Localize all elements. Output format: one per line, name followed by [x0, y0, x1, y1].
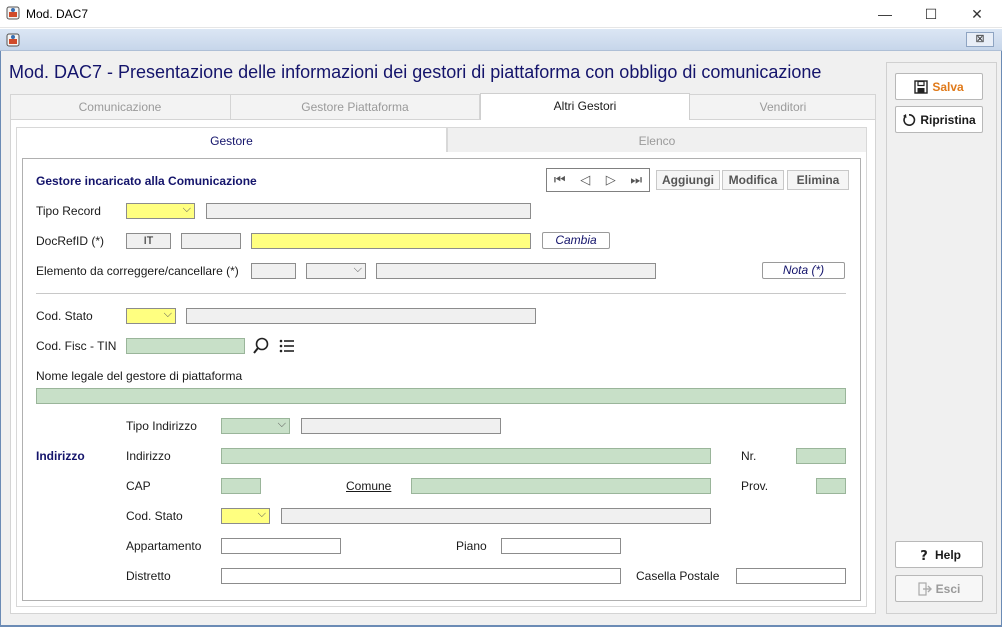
prov-label: Prov.: [741, 479, 769, 493]
tipo-record-description: [206, 203, 531, 219]
docrefid-label: DocRefID (*): [36, 234, 105, 248]
side-panel: [886, 62, 997, 614]
aggiungi-button[interactable]: Aggiungi: [656, 170, 720, 190]
minimize-button[interactable]: —: [862, 0, 908, 28]
distretto-field[interactable]: [221, 568, 621, 584]
prov-field[interactable]: [816, 478, 846, 494]
cod-stato-description: [186, 308, 536, 324]
ripristina-button[interactable]: Ripristina: [895, 106, 983, 133]
first-record-icon[interactable]: ⏮: [547, 169, 573, 191]
piano-field[interactable]: [501, 538, 621, 554]
svg-text:?: ?: [920, 549, 928, 562]
nome-legale-field[interactable]: [36, 388, 846, 404]
last-record-icon[interactable]: ⏭: [624, 169, 650, 191]
salva-button[interactable]: Salva: [895, 73, 983, 100]
list-icon[interactable]: [277, 336, 297, 356]
nr-label: Nr.: [741, 449, 757, 463]
elimina-button[interactable]: Elimina: [787, 170, 849, 190]
esci-button[interactable]: Esci: [895, 575, 983, 602]
tipo-indirizzo-label: Tipo Indirizzo: [126, 419, 197, 433]
document-icon: [6, 33, 20, 47]
indirizzo-field[interactable]: [221, 448, 711, 464]
appartamento-field[interactable]: [221, 538, 341, 554]
comune-field[interactable]: [411, 478, 711, 494]
undo-icon: [903, 113, 916, 126]
casella-postale-label: Casella Postale: [636, 569, 720, 583]
elemento-code-field[interactable]: [251, 263, 296, 279]
nr-field[interactable]: [796, 448, 846, 464]
nome-legale-label: Nome legale del gestore di piattaforma: [36, 369, 243, 383]
search-icon[interactable]: [251, 336, 271, 356]
subtab-gestore[interactable]: Gestore: [16, 127, 447, 153]
close-button[interactable]: ✕: [954, 0, 1000, 28]
cod-fisc-field[interactable]: [126, 338, 245, 354]
casella-postale-field[interactable]: [736, 568, 846, 584]
docrefid-country-field: IT: [126, 233, 171, 249]
prev-record-icon[interactable]: ◁: [573, 169, 599, 191]
window-title: Mod. DAC7: [26, 7, 89, 21]
subtab-elenco[interactable]: Elenco: [447, 127, 867, 153]
exit-icon: [918, 581, 932, 596]
cod-stato-indirizzo-label: Cod. Stato: [126, 509, 183, 523]
save-icon: [914, 79, 929, 94]
app-icon: [6, 6, 20, 20]
comune-link[interactable]: Comune: [346, 479, 391, 493]
cambia-button[interactable]: Cambia: [542, 232, 610, 249]
next-record-icon[interactable]: ▷: [598, 169, 624, 191]
cap-field[interactable]: [221, 478, 261, 494]
indirizzo-label: Indirizzo: [126, 449, 171, 463]
section-title: Gestore incaricato alla Comunicazione: [36, 174, 257, 188]
window-titlebar: Mod. DAC7 — ☐ ✕: [0, 0, 1002, 28]
elemento-label: Elemento da correggere/cancellare (*): [36, 264, 239, 278]
cod-stato-indirizzo-select[interactable]: [221, 507, 270, 524]
piano-label: Piano: [456, 539, 487, 553]
docrefid-code-field: [181, 233, 241, 249]
salva-label: Salva: [932, 79, 964, 94]
tab-gestore-piattaforma[interactable]: Gestore Piattaforma: [231, 94, 480, 120]
page-title: Mod. DAC7 - Presentazione delle informaz…: [9, 62, 822, 82]
nota-button[interactable]: Nota (*): [762, 262, 845, 279]
cod-fisc-label: Cod. Fisc - TIN: [36, 339, 117, 353]
elemento-field[interactable]: [376, 263, 656, 279]
tab-venditori[interactable]: Venditori: [690, 94, 876, 120]
tipo-indirizzo-select[interactable]: [221, 417, 290, 434]
tab-altri-gestori[interactable]: Altri Gestori: [480, 93, 690, 121]
cod-stato-indirizzo-description: [281, 508, 711, 524]
divider: [36, 293, 846, 294]
tipo-indirizzo-description: [301, 418, 501, 434]
appartamento-label: Appartamento: [126, 539, 202, 553]
tab-comunicazione[interactable]: Comunicazione: [10, 94, 231, 120]
indirizzo-section-title: Indirizzo: [36, 449, 85, 463]
document-titlebar: ⊠: [0, 29, 1002, 51]
esci-label: Esci: [935, 581, 961, 596]
cod-stato-select[interactable]: [126, 307, 176, 324]
elemento-select[interactable]: [306, 262, 366, 279]
cap-label: CAP: [126, 479, 151, 493]
distretto-label: Distretto: [126, 569, 171, 583]
cod-stato-label: Cod. Stato: [36, 309, 93, 323]
modifica-button[interactable]: Modifica: [722, 170, 784, 190]
help-label: Help: [934, 547, 961, 562]
maximize-button[interactable]: ☐: [908, 0, 954, 28]
docrefid-field[interactable]: [251, 233, 531, 249]
ripristina-label: Ripristina: [920, 112, 976, 127]
document-close-button[interactable]: ⊠: [966, 32, 994, 47]
tipo-record-label: Tipo Record: [36, 204, 101, 218]
record-navigator: ⏮ ◁ ▷ ⏭: [546, 168, 650, 192]
tipo-record-select[interactable]: [126, 202, 195, 219]
help-icon: ?: [920, 549, 928, 562]
help-button[interactable]: ? Help: [895, 541, 983, 568]
